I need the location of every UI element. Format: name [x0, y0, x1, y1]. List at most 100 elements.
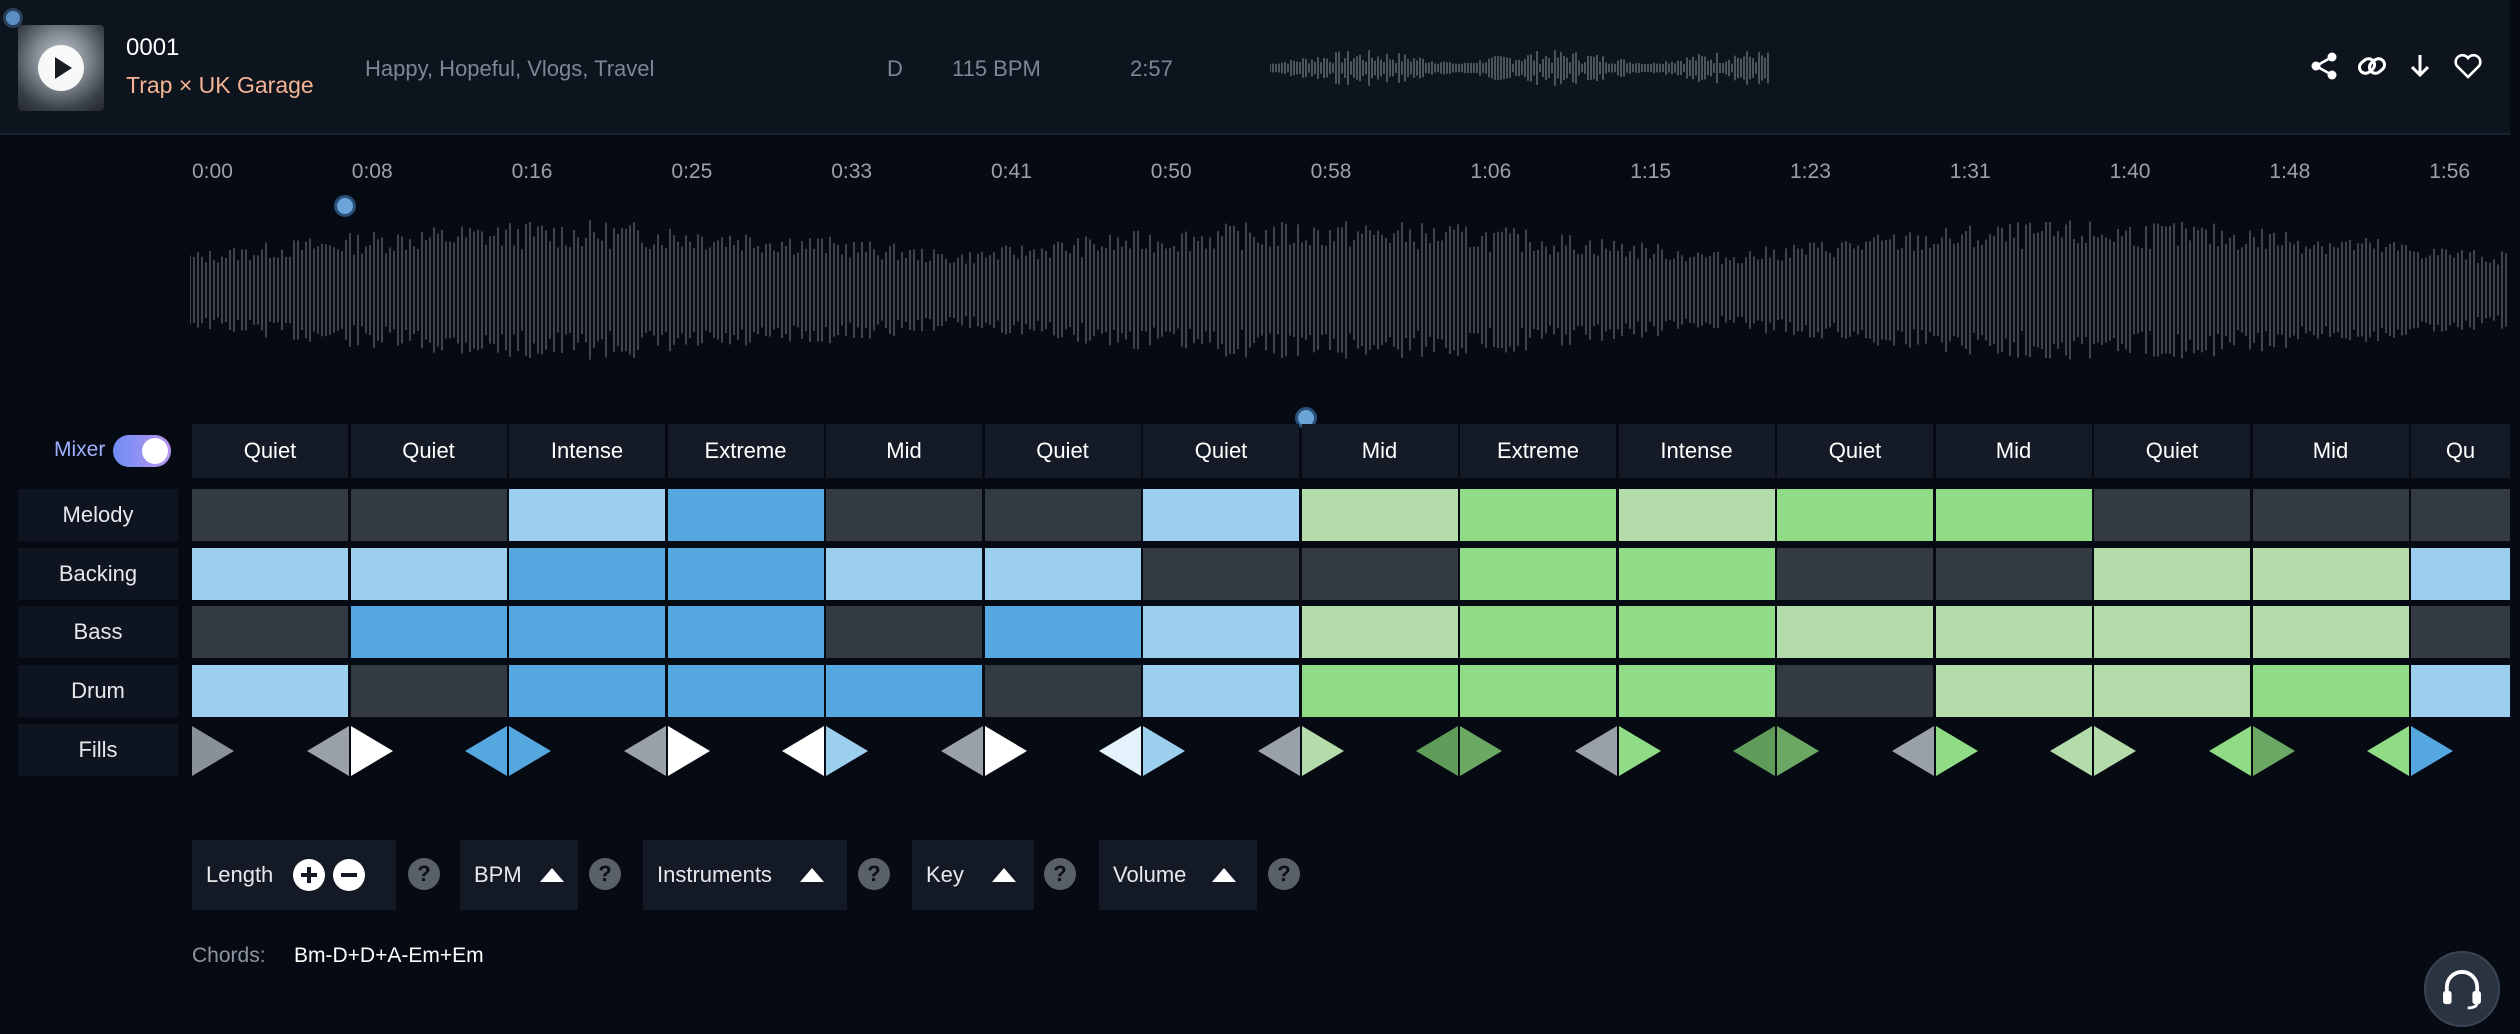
- grid-cell-backing[interactable]: [1618, 548, 1775, 600]
- fill-right-arrow-icon[interactable]: [1935, 726, 1978, 776]
- grid-cell-backing[interactable]: [1777, 548, 1933, 600]
- fill-left-arrow-icon[interactable]: [1257, 726, 1300, 776]
- grid-cell-backing[interactable]: [667, 548, 824, 600]
- fill-right-arrow-icon[interactable]: [192, 726, 234, 776]
- length-minus-button[interactable]: [333, 859, 366, 891]
- grid-cell-drum[interactable]: [2094, 665, 2250, 717]
- grid-cell-melody[interactable]: [2252, 489, 2409, 541]
- grid-cell-drum[interactable]: [1460, 665, 1616, 717]
- key-help-icon[interactable]: ?: [1044, 858, 1076, 890]
- section-header[interactable]: Extreme: [667, 424, 824, 478]
- grid-cell-backing[interactable]: [2094, 548, 2250, 600]
- grid-cell-backing[interactable]: [1143, 548, 1299, 600]
- album-cover[interactable]: [18, 25, 104, 111]
- grid-cell-bass[interactable]: [2252, 606, 2409, 658]
- grid-cell-drum[interactable]: [1777, 665, 1933, 717]
- fill-right-arrow-icon[interactable]: [1143, 726, 1185, 776]
- grid-cell-bass[interactable]: [1460, 606, 1616, 658]
- section-header[interactable]: Mid: [2252, 424, 2409, 478]
- section-header[interactable]: Quiet: [350, 424, 507, 478]
- grid-cell-bass[interactable]: [1143, 606, 1299, 658]
- grid-cell-melody[interactable]: [667, 489, 824, 541]
- section-header[interactable]: Qu: [2411, 424, 2510, 478]
- fill-right-arrow-icon[interactable]: [2094, 726, 2136, 776]
- grid-cell-melody[interactable]: [984, 489, 1141, 541]
- fill-left-arrow-icon[interactable]: [782, 726, 824, 776]
- grid-cell-drum[interactable]: [667, 665, 824, 717]
- fill-right-arrow-icon[interactable]: [2252, 726, 2295, 776]
- grid-cell-bass[interactable]: [1935, 606, 2092, 658]
- fill-left-arrow-icon[interactable]: [2367, 726, 2409, 776]
- grid-cell-bass[interactable]: [1301, 606, 1458, 658]
- volume-control[interactable]: Volume: [1099, 840, 1257, 910]
- grid-cell-bass[interactable]: [1618, 606, 1775, 658]
- grid-cell-melody[interactable]: [2094, 489, 2250, 541]
- instruments-control[interactable]: Instruments: [643, 840, 847, 910]
- section-header[interactable]: Quiet: [984, 424, 1141, 478]
- grid-cell-drum[interactable]: [350, 665, 507, 717]
- fill-right-arrow-icon[interactable]: [2411, 726, 2453, 776]
- grid-cell-drum[interactable]: [1301, 665, 1458, 717]
- mini-waveform[interactable]: [1270, 48, 1770, 88]
- grid-cell-drum[interactable]: [1935, 665, 2092, 717]
- fill-left-arrow-icon[interactable]: [1099, 726, 1141, 776]
- grid-cell-backing[interactable]: [509, 548, 665, 600]
- grid-cell-bass[interactable]: [1777, 606, 1933, 658]
- link-icon[interactable]: [2356, 50, 2388, 82]
- section-header[interactable]: Mid: [1935, 424, 2092, 478]
- grid-cell-backing[interactable]: [192, 548, 348, 600]
- grid-cell-drum[interactable]: [2252, 665, 2409, 717]
- section-header[interactable]: Quiet: [1777, 424, 1933, 478]
- instruments-help-icon[interactable]: ?: [858, 858, 890, 890]
- main-waveform[interactable]: [190, 210, 2510, 370]
- grid-cell-melody[interactable]: [826, 489, 982, 541]
- grid-cell-bass[interactable]: [192, 606, 348, 658]
- fill-right-arrow-icon[interactable]: [509, 726, 551, 776]
- grid-cell-melody[interactable]: [509, 489, 665, 541]
- grid-cell-melody[interactable]: [1935, 489, 2092, 541]
- grid-cell-drum[interactable]: [1618, 665, 1775, 717]
- grid-cell-backing[interactable]: [984, 548, 1141, 600]
- fill-left-arrow-icon[interactable]: [2208, 726, 2251, 776]
- heart-icon[interactable]: [2452, 50, 2484, 82]
- bpm-help-icon[interactable]: ?: [589, 858, 621, 890]
- fill-left-arrow-icon[interactable]: [940, 726, 983, 776]
- grid-cell-drum[interactable]: [2411, 665, 2510, 717]
- download-icon[interactable]: [2404, 50, 2436, 82]
- fill-left-arrow-icon[interactable]: [1416, 726, 1458, 776]
- fill-right-arrow-icon[interactable]: [1618, 726, 1661, 776]
- grid-cell-melody[interactable]: [350, 489, 507, 541]
- grid-cell-bass[interactable]: [2411, 606, 2510, 658]
- play-icon[interactable]: [38, 45, 84, 91]
- fill-right-arrow-icon[interactable]: [350, 726, 393, 776]
- fill-left-arrow-icon[interactable]: [465, 726, 507, 776]
- grid-cell-drum[interactable]: [509, 665, 665, 717]
- fill-right-arrow-icon[interactable]: [667, 726, 710, 776]
- section-header[interactable]: Mid: [1301, 424, 1458, 478]
- grid-cell-bass[interactable]: [350, 606, 507, 658]
- fill-right-arrow-icon[interactable]: [1777, 726, 1819, 776]
- fill-right-arrow-icon[interactable]: [984, 726, 1027, 776]
- grid-cell-melody[interactable]: [1460, 489, 1616, 541]
- grid-cell-drum[interactable]: [1143, 665, 1299, 717]
- fill-left-arrow-icon[interactable]: [1733, 726, 1775, 776]
- grid-cell-melody[interactable]: [1301, 489, 1458, 541]
- grid-cell-backing[interactable]: [2252, 548, 2409, 600]
- grid-cell-drum[interactable]: [984, 665, 1141, 717]
- volume-help-icon[interactable]: ?: [1268, 858, 1300, 890]
- length-plus-button[interactable]: [293, 859, 326, 891]
- mixer-toggle[interactable]: [113, 435, 171, 467]
- corner-handle[interactable]: [3, 8, 23, 28]
- grid-cell-melody[interactable]: [1143, 489, 1299, 541]
- grid-cell-melody[interactable]: [1777, 489, 1933, 541]
- grid-cell-bass[interactable]: [826, 606, 982, 658]
- fill-left-arrow-icon[interactable]: [2050, 726, 2092, 776]
- grid-cell-melody[interactable]: [1618, 489, 1775, 541]
- fill-right-arrow-icon[interactable]: [1301, 726, 1344, 776]
- fill-left-arrow-icon[interactable]: [306, 726, 349, 776]
- grid-cell-backing[interactable]: [1460, 548, 1616, 600]
- grid-cell-bass[interactable]: [2094, 606, 2250, 658]
- grid-cell-bass[interactable]: [509, 606, 665, 658]
- fill-left-arrow-icon[interactable]: [1891, 726, 1934, 776]
- grid-cell-drum[interactable]: [826, 665, 982, 717]
